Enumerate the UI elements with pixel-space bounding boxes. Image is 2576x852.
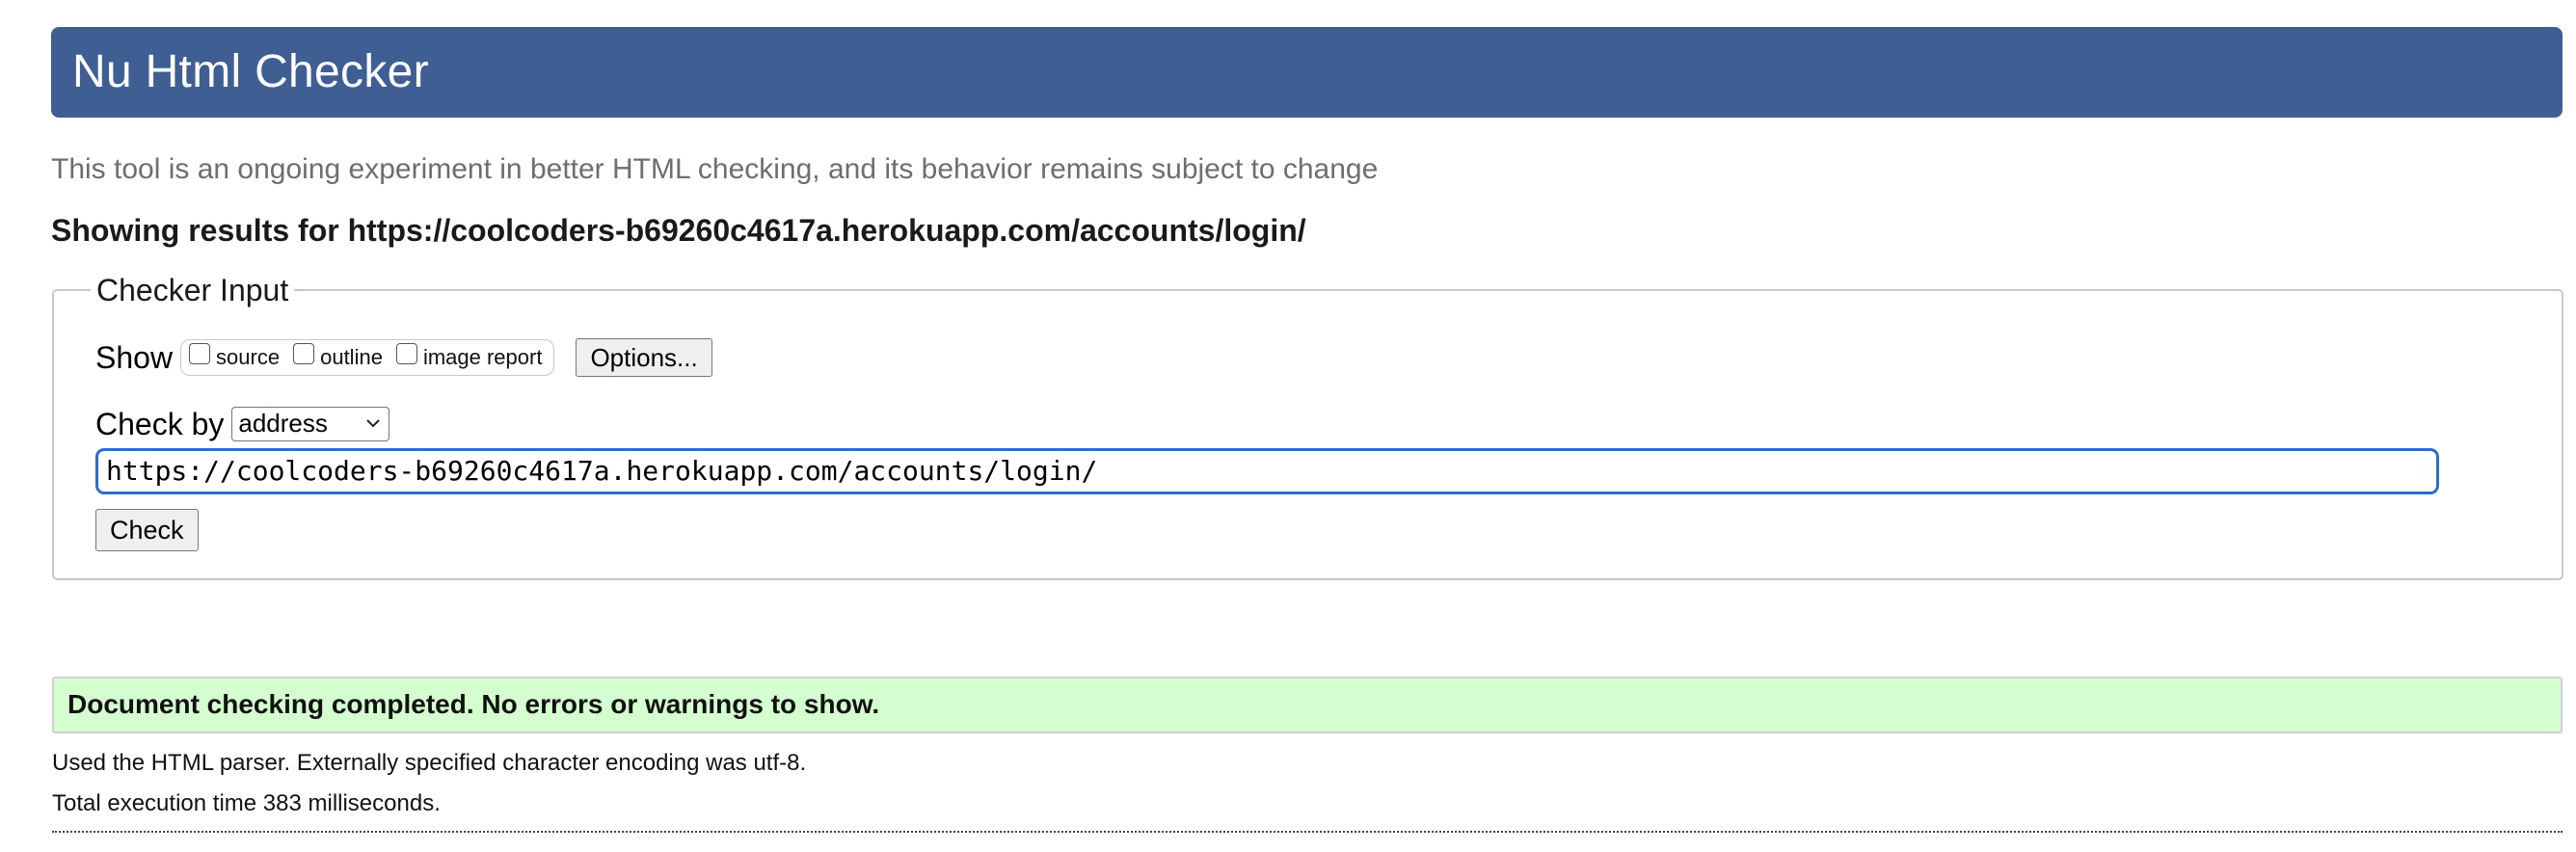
url-input[interactable]: https://coolcoders-b69260c4617a.herokuap… xyxy=(95,448,2439,494)
check-by-selected-value: address xyxy=(238,409,328,438)
success-message: Document checking completed. No errors o… xyxy=(67,689,880,719)
outline-label: outline xyxy=(320,345,383,369)
outline-checkbox[interactable] xyxy=(293,343,315,364)
check-by-select[interactable]: address xyxy=(231,407,390,441)
show-image-report-option[interactable]: image report xyxy=(395,343,543,370)
results-heading: Showing results for https://coolcoders-b… xyxy=(51,213,1306,248)
checker-input-legend: Checker Input xyxy=(91,272,295,308)
source-label: source xyxy=(216,345,281,369)
header-bar: Nu Html Checker xyxy=(51,27,2563,118)
check-by-label: Check by xyxy=(95,407,225,441)
chevron-down-icon xyxy=(366,419,381,428)
parser-info: Used the HTML parser. Externally specifi… xyxy=(52,750,807,776)
page-title: Nu Html Checker xyxy=(72,46,429,97)
source-checkbox[interactable] xyxy=(189,343,211,364)
execution-time: Total execution time 383 milliseconds. xyxy=(52,790,441,816)
image-report-label: image report xyxy=(422,345,543,369)
show-label: Show xyxy=(95,340,174,375)
image-report-checkbox[interactable] xyxy=(395,343,417,364)
checker-input-fieldset: Checker Input Show source outline image … xyxy=(52,272,2563,580)
show-outline-option[interactable]: outline xyxy=(293,343,383,370)
divider xyxy=(52,831,2563,833)
check-button[interactable]: Check xyxy=(95,509,199,551)
options-button[interactable]: Options... xyxy=(576,338,712,377)
page: Nu Html Checker This tool is an ongoing … xyxy=(0,0,2576,852)
success-message-box: Document checking completed. No errors o… xyxy=(52,677,2563,733)
check-by-row: Check by address xyxy=(95,405,390,443)
show-row: Show source outline image report Options… xyxy=(95,337,712,378)
show-source-option[interactable]: source xyxy=(189,343,281,370)
show-options-group: source outline image report xyxy=(180,339,555,376)
tagline: This tool is an ongoing experiment in be… xyxy=(51,153,1379,185)
